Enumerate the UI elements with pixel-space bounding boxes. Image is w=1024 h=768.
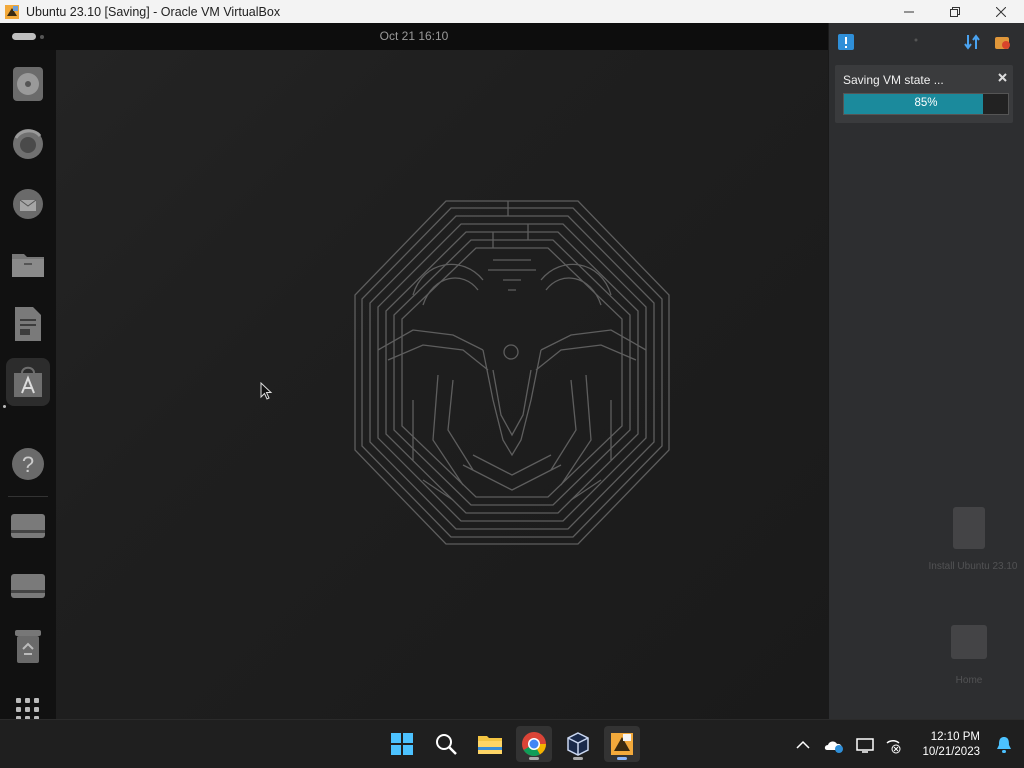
dock-item-app-center[interactable] [6, 358, 50, 406]
dock-item-writer[interactable] [6, 300, 50, 348]
chevron-up-icon[interactable] [796, 740, 810, 750]
maximize-button[interactable] [932, 0, 978, 23]
progress-bar: 85% [843, 93, 1009, 115]
document-icon [15, 307, 41, 341]
install-icon [953, 507, 985, 549]
app-store-icon [14, 366, 42, 397]
dock-item-firefox[interactable] [6, 120, 50, 168]
firefox-icon [13, 129, 43, 159]
drag-handle-icon [914, 38, 918, 42]
taskbar-virtualbox-vm[interactable] [604, 726, 640, 762]
maximize-icon [950, 6, 960, 17]
search-button[interactable] [428, 726, 464, 762]
active-indicator [617, 757, 627, 760]
close-icon [998, 73, 1007, 82]
window-title: Ubuntu 23.10 [Saving] - Oracle VM Virtua… [26, 4, 281, 19]
dock-item-drive-1[interactable] [6, 502, 50, 550]
desktop-install-ubuntu-label: Install Ubuntu 23.10 [928, 561, 1018, 572]
pin-icon[interactable] [993, 33, 1011, 51]
windows-start-icon [391, 733, 413, 755]
start-button[interactable] [384, 726, 420, 762]
minimize-button[interactable] [886, 0, 932, 23]
thunderbird-icon [13, 189, 43, 219]
folder-icon [12, 254, 44, 277]
desktop-home-label: Home [955, 675, 983, 686]
mouse-cursor-icon [260, 382, 273, 400]
taskbar-clock[interactable]: 12:10 PM 10/21/2023 [922, 730, 980, 760]
notification-toolbar [829, 23, 1024, 61]
bell-icon[interactable] [996, 736, 1012, 754]
taskbar-date: 10/21/2023 [922, 746, 980, 758]
close-icon [996, 6, 1006, 17]
dock-item-files[interactable] [6, 240, 50, 288]
system-tray [796, 720, 902, 768]
taskbar-file-explorer[interactable] [472, 726, 508, 762]
drive-icon [11, 574, 45, 598]
taskbar-time: 12:10 PM [930, 731, 980, 743]
help-icon: ? [12, 448, 44, 480]
gnome-top-bar: Oct 21 16:10 [0, 23, 828, 50]
notification-center: Saving VM state ... 85% Install Ubuntu 2… [828, 23, 1024, 719]
dock-item-help[interactable]: ? [6, 440, 50, 488]
notification-center-icon[interactable] [837, 33, 855, 51]
file-explorer-icon [478, 736, 502, 754]
vm-display[interactable]: Oct 21 16:10 ? Saving VM state ... 85% I… [0, 23, 1024, 721]
notification-saving-vm-state: Saving VM state ... 85% [835, 65, 1013, 123]
virtualbox-icon [567, 732, 589, 756]
display-icon[interactable] [856, 737, 874, 753]
virtualbox-app-icon [5, 4, 19, 19]
ubuntu-dock: ? [0, 50, 56, 721]
dock-item-drive-2[interactable] [6, 562, 50, 610]
disc-icon [13, 67, 43, 101]
taskbar-chrome[interactable] [516, 726, 552, 762]
windows-taskbar: 12:10 PM 10/21/2023 [0, 719, 1024, 768]
network-off-icon[interactable] [884, 736, 902, 754]
dock-item-rhythmbox[interactable] [6, 60, 50, 108]
taskbar-virtualbox[interactable] [560, 726, 596, 762]
running-indicator [529, 757, 539, 760]
dock-item-trash[interactable] [6, 622, 50, 670]
title-bar: Ubuntu 23.10 [Saving] - Oracle VM Virtua… [0, 0, 1024, 23]
notification-close-button[interactable] [998, 71, 1007, 85]
top-bar-clock[interactable]: Oct 21 16:10 [0, 29, 828, 43]
desktop-home-icon[interactable] [947, 621, 991, 665]
svg-text:?: ? [22, 452, 34, 477]
chrome-icon [522, 732, 546, 757]
onedrive-icon[interactable] [824, 737, 844, 753]
dock-item-thunderbird[interactable] [6, 180, 50, 228]
drive-icon [11, 514, 45, 538]
running-indicator [3, 405, 6, 408]
folder-icon [951, 625, 987, 659]
ubuntu-mantic-wallpaper-icon [354, 200, 670, 545]
notification-label: Saving VM state ... [843, 73, 944, 87]
sort-icon[interactable] [963, 33, 981, 51]
search-icon [436, 734, 457, 755]
desktop-install-ubuntu-icon[interactable] [945, 505, 993, 553]
screen: Ubuntu 23.10 [Saving] - Oracle VM Virtua… [0, 0, 1024, 768]
dock-separator [8, 496, 48, 497]
progress-percent: 85% [914, 97, 938, 109]
running-indicator [573, 757, 583, 760]
close-button[interactable] [978, 0, 1024, 23]
minimize-icon [904, 11, 914, 12]
trash-icon [15, 630, 41, 663]
virtualbox-vm-icon [611, 733, 633, 755]
